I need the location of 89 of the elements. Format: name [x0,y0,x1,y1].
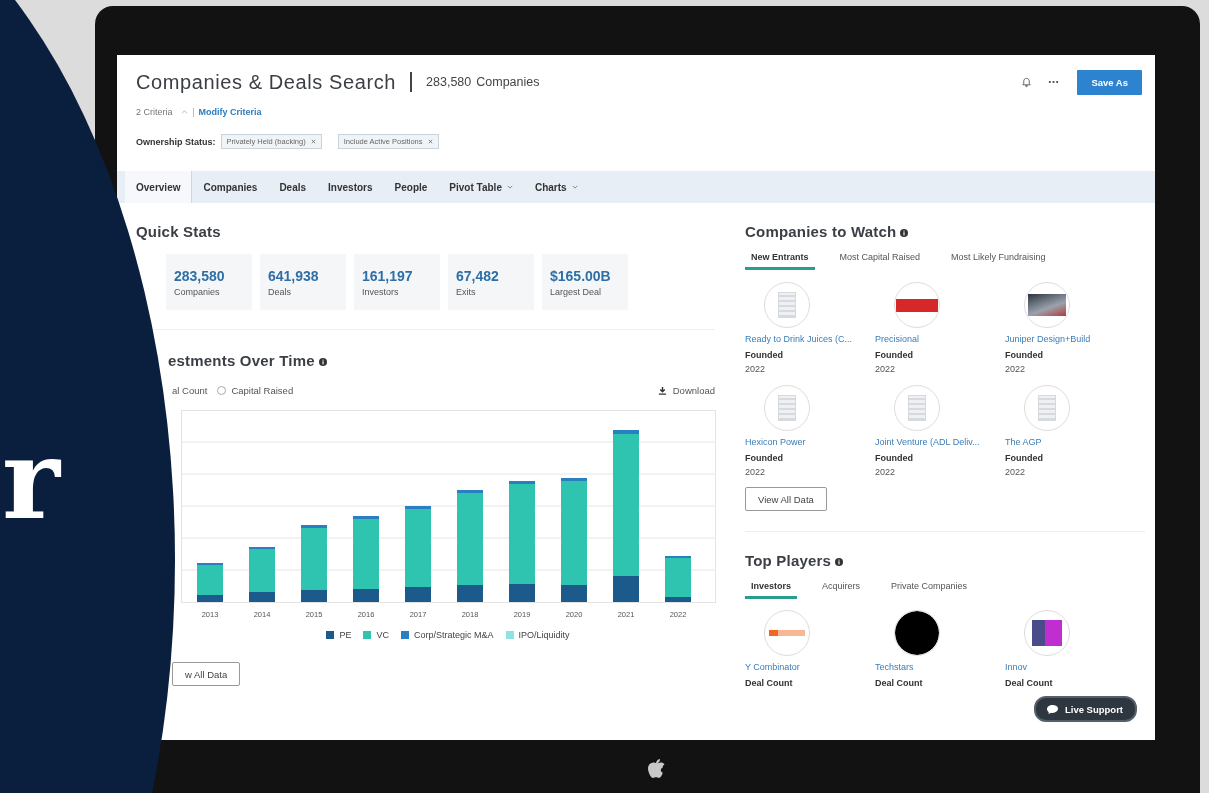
stat-value: 67,482 [456,267,500,284]
more-icon[interactable] [1048,80,1060,84]
investor-link[interactable]: Y Combinator [745,662,875,672]
nav-tab[interactable]: Overview [125,171,193,203]
field-label: Founded [745,453,784,463]
nav-tab[interactable]: Deals [268,171,318,203]
company-link[interactable]: Ready to Drink Juices (C... [745,334,875,344]
stat-value: 283,580 [174,267,226,284]
investor-link[interactable]: Techstars [875,662,1005,672]
company-logo [894,282,940,328]
headline-text: r [2,425,60,535]
section-tab[interactable]: Private Companies [885,579,974,599]
section-title: estments Over Time [168,352,315,369]
company-link[interactable]: The AGP [1005,437,1135,447]
criteria-count: 2 Criteria [136,107,173,117]
field-value: 2022 [745,364,767,374]
nav-tab[interactable]: Investors [317,171,384,203]
stat-label: Largest Deal [550,286,603,297]
view-all-data-button[interactable]: w All Data [172,662,241,686]
investor-link[interactable]: Innov [1005,662,1135,672]
bell-icon[interactable] [1021,76,1033,88]
stat-value: 161,197 [362,267,414,284]
legend-label: Corp/Strategic M&A [414,630,494,640]
download-link[interactable]: Download [657,385,715,396]
chevron-down-icon [571,185,578,189]
company-logo [1024,282,1070,328]
field-label: Founded [745,350,784,360]
building-icon [894,385,940,431]
section-tab[interactable]: Most Likely Fundraising [945,250,1052,270]
field-label: Deal Count [1005,678,1054,688]
nav-tab[interactable]: People [383,171,439,203]
stat-label: Exits [456,286,477,297]
company-link[interactable]: Juniper Design+Build [1005,334,1135,344]
field-label: Deal Count [745,678,794,688]
nav-tab[interactable]: Charts [523,171,589,203]
result-label: Companies [476,75,540,89]
radio-option[interactable]: Capital Raised [217,385,294,396]
legend-label: PE [339,630,352,640]
stat-value: 641,938 [268,267,320,284]
field-value: 2022 [1005,364,1027,374]
company-link[interactable]: Hexicon Power [745,437,875,447]
info-icon[interactable] [835,557,844,566]
company-logo [764,610,810,656]
building-icon [1024,385,1070,431]
section-tab[interactable]: Investors [745,579,798,599]
stat-value: $165.00B [550,267,612,284]
section-title: Companies to Watch [745,223,897,240]
field-value: 2022 [875,467,897,477]
radio-label: al Count [172,385,208,396]
nav-tab[interactable]: Pivot Table [438,171,524,203]
field-label: Founded [875,350,914,360]
field-value: 2022 [875,364,897,374]
building-icon [764,385,810,431]
live-support-button[interactable]: Live Support [1033,696,1137,722]
field-label: Founded [1005,350,1044,360]
section-tab[interactable]: New Entrants [745,250,815,270]
nav-tab[interactable]: Companies [192,171,269,203]
chevron-down-icon [506,185,513,189]
info-icon[interactable] [318,357,327,366]
field-value: 2022 [745,467,767,477]
save-as-button[interactable]: Save As [1077,69,1142,95]
chat-bubble-icon [1045,703,1059,715]
page-title: Companies & Deals Search [136,70,397,94]
close-icon[interactable] [427,139,433,144]
info-icon[interactable] [900,228,909,237]
filter-label: Ownership Status: [136,136,216,147]
field-label: Founded [875,453,914,463]
section-tab[interactable]: Most Capital Raised [833,250,927,270]
download-icon [657,386,667,395]
field-label: Deal Count [875,678,924,688]
company-link[interactable]: Joint Venture (ADL Deliv... [875,437,1005,447]
company-logo [1024,610,1070,656]
legend-label: IPO/Liquidity [518,630,570,640]
result-count: 283,580 [426,75,472,89]
company-link[interactable]: Precisional [875,334,1005,344]
stat-label: Deals [268,286,292,297]
section-tab[interactable]: Acquirers [816,579,867,599]
section-title: Quick Stats [136,223,222,240]
company-logo [894,610,940,656]
modify-criteria-link[interactable]: Modify Criteria [198,107,262,117]
close-icon[interactable] [310,139,316,144]
field-value: 2022 [1005,467,1027,477]
legend-label: VC [376,630,389,640]
building-icon [764,282,810,328]
section-title: Top Players [745,552,832,569]
field-label: Founded [1005,453,1044,463]
stat-label: Investors [362,286,400,297]
view-all-data-button[interactable]: View All Data [745,487,827,511]
stat-label: Companies [174,286,221,297]
